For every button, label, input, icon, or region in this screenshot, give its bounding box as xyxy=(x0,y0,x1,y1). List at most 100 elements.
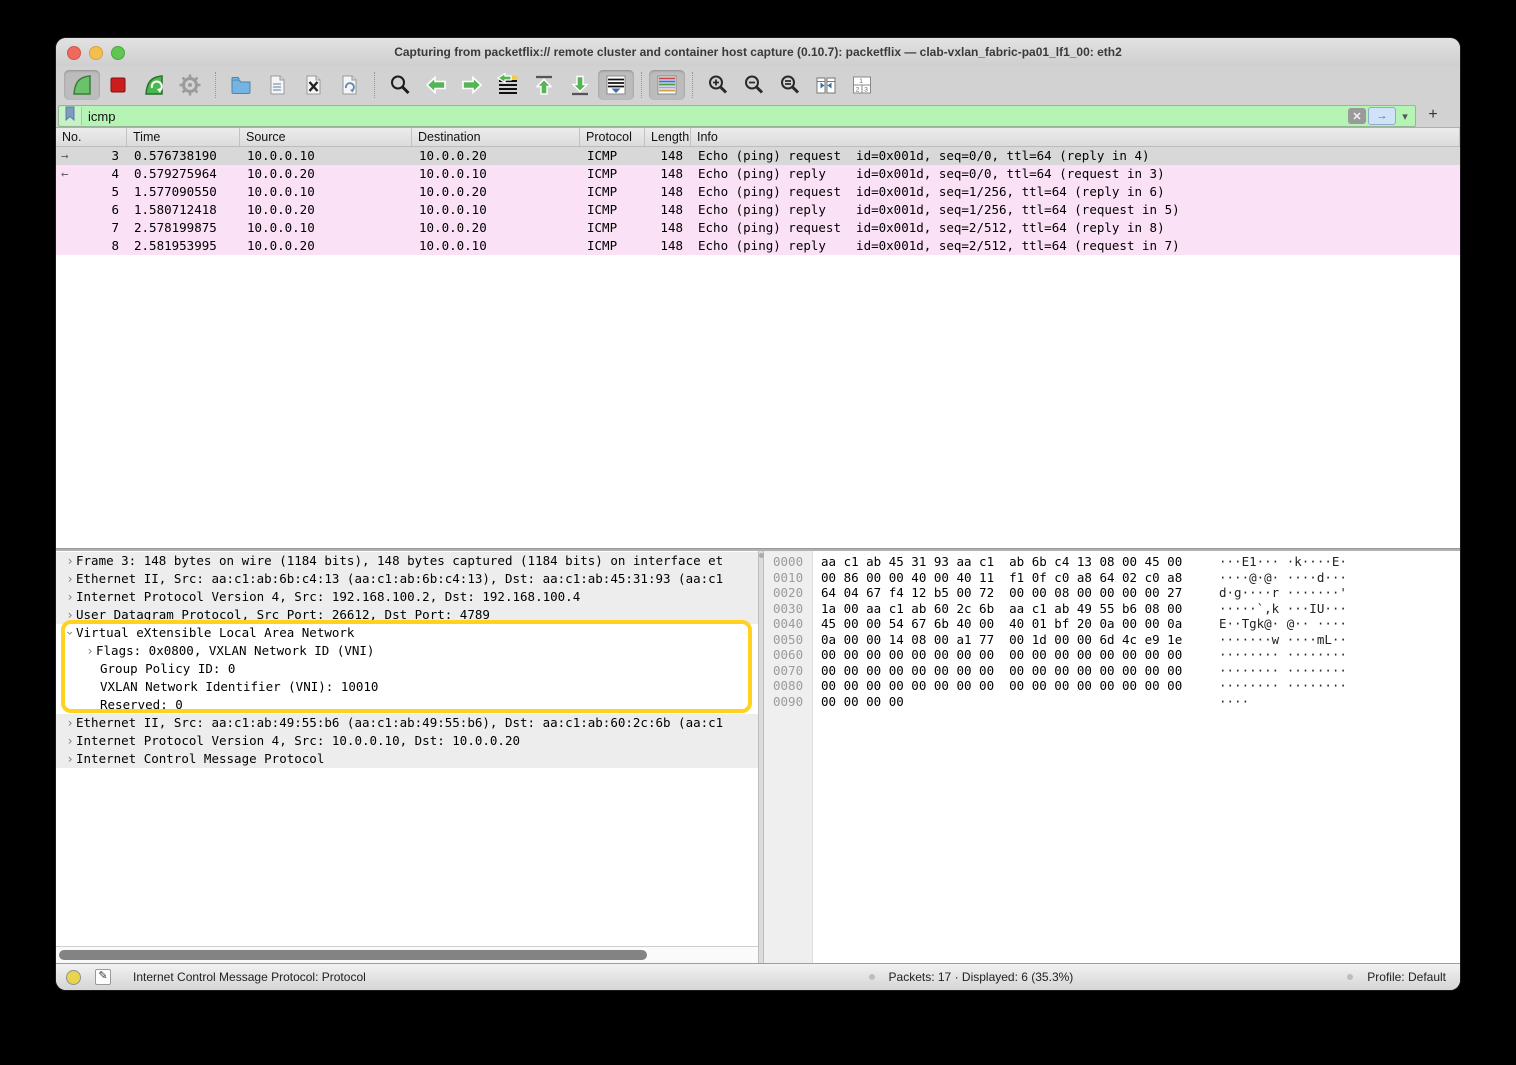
column-header-time[interactable]: Time xyxy=(127,128,240,146)
close-window-button[interactable] xyxy=(67,46,81,60)
detail-row-vxlan-vni[interactable]: VXLAN Network Identifier (VNI): 10010 xyxy=(56,678,758,696)
go-forward-button[interactable] xyxy=(454,70,490,100)
save-file-button[interactable] xyxy=(259,70,295,100)
details-horizontal-scrollbar[interactable] xyxy=(56,946,758,963)
filter-bookmark-button[interactable] xyxy=(59,107,82,125)
expander-icon[interactable]: › xyxy=(84,642,96,660)
display-filter-field[interactable]: ✕ → ▾ xyxy=(58,105,1416,127)
status-bar: ✎ Internet Control Message Protocol: Pro… xyxy=(56,963,1460,990)
column-header-protocol[interactable]: Protocol xyxy=(580,128,645,146)
display-filter-input[interactable] xyxy=(82,109,1348,124)
toolbar-separator xyxy=(215,72,216,98)
expander-icon[interactable]: › xyxy=(64,570,76,588)
expander-open-icon[interactable]: › xyxy=(61,627,79,639)
open-file-button[interactable] xyxy=(223,70,259,100)
expander-icon[interactable]: › xyxy=(64,714,76,732)
detail-row-vxlan-group-policy[interactable]: Group Policy ID: 0 xyxy=(56,660,758,678)
title-bar[interactable]: Capturing from packetflix:// remote clus… xyxy=(56,38,1460,66)
hex-row[interactable]: 002064 04 67 f4 12 b5 00 72 00 00 08 00 … xyxy=(764,585,1460,601)
detail-row-ipv4-outer[interactable]: ›Internet Protocol Version 4, Src: 192.1… xyxy=(56,588,758,606)
hex-row[interactable]: 006000 00 00 00 00 00 00 00 00 00 00 00 … xyxy=(764,647,1460,663)
go-to-packet-button[interactable] xyxy=(490,70,526,100)
zoom-100-button[interactable] xyxy=(772,70,808,100)
filter-apply-button[interactable]: → xyxy=(1368,107,1396,125)
hex-row[interactable]: 001000 86 00 00 40 00 40 11 f1 0f c0 a8 … xyxy=(764,570,1460,586)
hex-row[interactable]: 00301a 00 aa c1 ab 60 2c 6b aa c1 ab 49 … xyxy=(764,601,1460,617)
toolbar-separator xyxy=(641,72,642,98)
colorize-button[interactable] xyxy=(649,70,685,100)
column-header-info[interactable]: Info xyxy=(691,128,1460,146)
detail-row-vxlan-flags[interactable]: ›Flags: 0x0800, VXLAN Network ID (VNI) xyxy=(56,642,758,660)
request-arrow-icon: → xyxy=(61,147,69,165)
arrow-left-icon xyxy=(424,73,448,97)
detail-row-icmp[interactable]: ›Internet Control Message Protocol xyxy=(56,750,758,768)
auto-scroll-button[interactable] xyxy=(598,70,634,100)
traffic-lights xyxy=(67,46,125,60)
detail-row-ethernet-inner[interactable]: ›Ethernet II, Src: aa:c1:ab:49:55:b6 (aa… xyxy=(56,714,758,732)
packet-row[interactable]: →3 0.576738190 10.0.0.10 10.0.0.20 ICMP … xyxy=(56,147,1460,165)
binary-document-icon xyxy=(265,73,289,97)
arrow-right-icon xyxy=(460,73,484,97)
minimize-window-button[interactable] xyxy=(89,46,103,60)
packet-row[interactable]: 8 2.581953995 10.0.0.20 10.0.0.10 ICMP 1… xyxy=(56,237,1460,255)
expander-icon[interactable]: › xyxy=(64,732,76,750)
column-header-source[interactable]: Source xyxy=(240,128,412,146)
column-header-destination[interactable]: Destination xyxy=(412,128,580,146)
svg-text:3: 3 xyxy=(864,87,868,94)
reload-file-button[interactable] xyxy=(331,70,367,100)
go-last-packet-button[interactable] xyxy=(562,70,598,100)
filter-clear-button[interactable]: ✕ xyxy=(1348,108,1366,124)
capture-options-button[interactable] xyxy=(172,70,208,100)
layout-chooser-button[interactable]: 123 xyxy=(844,70,880,100)
find-packet-button[interactable] xyxy=(382,70,418,100)
capture-comment-icon[interactable]: ✎ xyxy=(95,969,111,985)
detail-row-vxlan-reserved[interactable]: Reserved: 0 xyxy=(56,696,758,714)
expander-icon[interactable]: › xyxy=(64,552,76,570)
detail-row-udp[interactable]: ›User Datagram Protocol, Src Port: 26612… xyxy=(56,606,758,624)
close-file-button[interactable] xyxy=(295,70,331,100)
close-document-icon xyxy=(301,73,325,97)
column-header-length[interactable]: Length xyxy=(645,128,691,146)
hex-row[interactable]: 007000 00 00 00 00 00 00 00 00 00 00 00 … xyxy=(764,663,1460,679)
expert-info-button[interactable] xyxy=(66,970,81,985)
hex-row[interactable]: 009000 00 00 00···· xyxy=(764,694,1460,710)
toolbar-separator xyxy=(374,72,375,98)
wireshark-fin-restart-icon xyxy=(142,73,166,97)
resize-columns-button[interactable] xyxy=(808,70,844,100)
packet-list-pane: No. Time Source Destination Protocol Len… xyxy=(56,128,1460,548)
hex-row[interactable]: 004045 00 00 54 67 6b 40 00 40 01 bf 20 … xyxy=(764,616,1460,632)
statusbar-separator-dot xyxy=(1347,974,1353,980)
hex-row[interactable]: 00500a 00 00 14 08 00 a1 77 00 1d 00 00 … xyxy=(764,632,1460,648)
scrollbar-thumb[interactable] xyxy=(59,950,647,960)
folder-icon xyxy=(229,73,253,97)
packet-row[interactable]: 5 1.577090550 10.0.0.10 10.0.0.20 ICMP 1… xyxy=(56,183,1460,201)
add-filter-button[interactable]: + xyxy=(1424,106,1442,124)
stop-capture-button[interactable] xyxy=(100,70,136,100)
hex-row[interactable]: 008000 00 00 00 00 00 00 00 00 00 00 00 … xyxy=(764,678,1460,694)
detail-row-vxlan[interactable]: ›Virtual eXtensible Local Area Network xyxy=(56,624,758,642)
filter-dropdown-caret[interactable]: ▾ xyxy=(1398,108,1412,124)
expander-icon[interactable]: › xyxy=(64,750,76,768)
zoom-in-button[interactable] xyxy=(700,70,736,100)
zoom-out-button[interactable] xyxy=(736,70,772,100)
start-capture-button[interactable] xyxy=(64,70,100,100)
go-back-button[interactable] xyxy=(418,70,454,100)
go-first-packet-button[interactable] xyxy=(526,70,562,100)
packet-row[interactable]: 6 1.580712418 10.0.0.20 10.0.0.10 ICMP 1… xyxy=(56,201,1460,219)
zoom-window-button[interactable] xyxy=(111,46,125,60)
packet-row[interactable]: 7 2.578199875 10.0.0.10 10.0.0.20 ICMP 1… xyxy=(56,219,1460,237)
selected-field-status: Internet Control Message Protocol: Proto… xyxy=(133,970,366,984)
expander-icon[interactable]: › xyxy=(64,588,76,606)
detail-row-ethernet-outer[interactable]: ›Ethernet II, Src: aa:c1:ab:6b:c4:13 (aa… xyxy=(56,570,758,588)
restart-capture-button[interactable] xyxy=(136,70,172,100)
zoom-in-icon xyxy=(706,73,730,97)
expander-icon[interactable]: › xyxy=(64,606,76,624)
profile-status[interactable]: Profile: Default xyxy=(1367,970,1446,984)
detail-row-frame[interactable]: ›Frame 3: 148 bytes on wire (1184 bits),… xyxy=(56,552,758,570)
packet-row[interactable]: ←4 0.579275964 10.0.0.20 10.0.0.10 ICMP … xyxy=(56,165,1460,183)
wireshark-window: Capturing from packetflix:// remote clus… xyxy=(56,38,1460,990)
hex-row[interactable]: 0000aa c1 ab 45 31 93 aa c1 ab 6b c4 13 … xyxy=(764,554,1460,570)
column-header-no[interactable]: No. xyxy=(56,128,127,146)
statusbar-separator-dot xyxy=(869,974,875,980)
detail-row-ipv4-inner[interactable]: ›Internet Protocol Version 4, Src: 10.0.… xyxy=(56,732,758,750)
